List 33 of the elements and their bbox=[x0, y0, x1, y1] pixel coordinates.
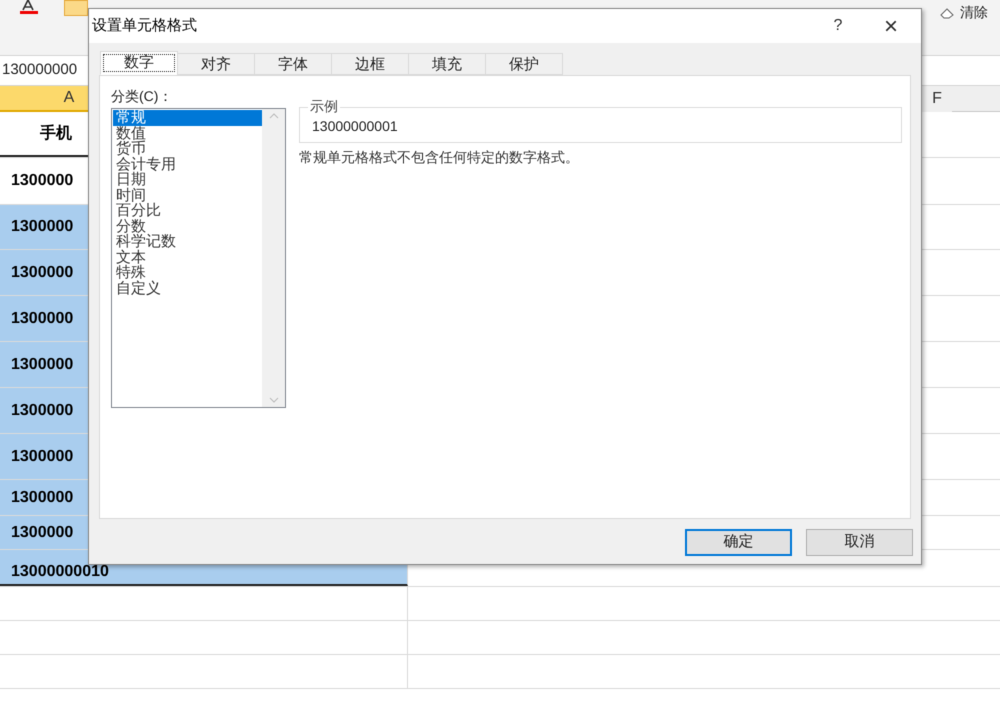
eraser-icon bbox=[940, 6, 956, 18]
tab[interactable]: 填充 bbox=[408, 53, 486, 75]
tab[interactable]: 数字 bbox=[100, 51, 178, 75]
tab[interactable]: 保护 bbox=[485, 53, 563, 75]
tab[interactable]: 对齐 bbox=[177, 53, 255, 75]
dialog-button[interactable]: 取消 bbox=[806, 529, 913, 556]
category-item[interactable]: 分数 bbox=[113, 218, 262, 234]
category-item[interactable]: 文本 bbox=[113, 250, 262, 265]
close-button[interactable]: × bbox=[861, 9, 921, 43]
dialog-button[interactable]: 确定 bbox=[685, 529, 792, 556]
fill-color-button[interactable] bbox=[64, 0, 88, 16]
scroll-down-icon[interactable] bbox=[268, 397, 278, 403]
category-list[interactable]: 常规 数值 货币 会计专用 日期 时间 百分比 分数 科学记数 文本 特殊 自定义 bbox=[111, 108, 286, 408]
tab[interactable]: 字体 bbox=[254, 53, 332, 75]
category-item[interactable]: 日期 bbox=[113, 172, 262, 188]
tab[interactable]: 边框 bbox=[331, 53, 409, 75]
category-item[interactable]: 会计专用 bbox=[113, 156, 262, 172]
category-item[interactable]: 时间 bbox=[113, 188, 262, 203]
scrollbar[interactable] bbox=[262, 109, 285, 407]
category-item[interactable]: 特殊 bbox=[113, 265, 262, 280]
font-color-icon bbox=[18, 0, 40, 14]
formula-bar-value[interactable]: 130000000 bbox=[0, 59, 78, 82]
help-button[interactable]: ? bbox=[815, 9, 861, 43]
category-item[interactable]: 数值 bbox=[113, 126, 262, 141]
sample-value: 13000000001 bbox=[312, 116, 398, 136]
category-item[interactable]: 自定义 bbox=[113, 280, 262, 296]
scroll-up-icon[interactable] bbox=[268, 113, 278, 119]
category-item[interactable]: 科学记数 bbox=[113, 234, 262, 250]
dialog-title: 设置单元格格式 bbox=[91, 16, 198, 36]
category-item[interactable]: 百分比 bbox=[113, 203, 262, 218]
clear-button[interactable]: 清除 bbox=[940, 2, 988, 23]
category-item[interactable]: 货币 bbox=[113, 141, 262, 156]
category-item[interactable]: 常规 bbox=[113, 110, 262, 126]
